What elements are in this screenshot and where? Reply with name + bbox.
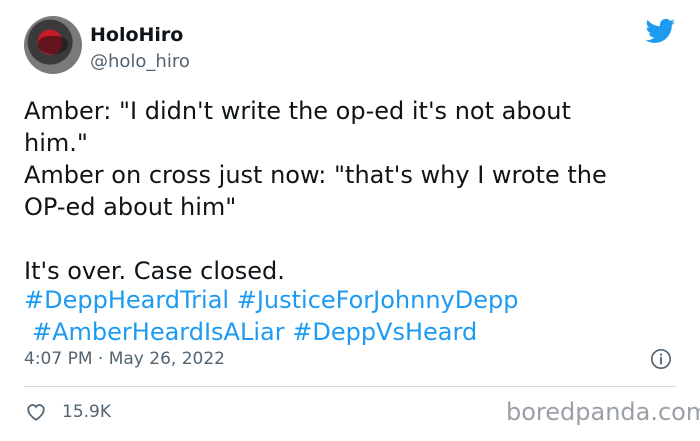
info-icon[interactable] <box>650 348 672 370</box>
heart-icon[interactable] <box>24 401 48 423</box>
tweet-text: Amber: "I didn't write the op-ed it's no… <box>24 97 607 285</box>
twitter-bird-icon[interactable] <box>644 16 677 46</box>
watermark: boredpanda.com <box>506 398 700 426</box>
tweet-card: HoloHiro @holo_hiro Amber: "I didn't wri… <box>0 0 700 441</box>
tweet-timestamp[interactable]: 4:07 PM · May 26, 2022 <box>24 349 225 369</box>
hashtag-link[interactable]: #JusticeForJohnnyDepp <box>237 286 519 314</box>
avatar[interactable] <box>24 16 82 74</box>
hashtag-link[interactable]: #DeppHeardTrial <box>24 286 229 314</box>
hashtag-link[interactable]: #DeppVsHeard <box>292 318 477 346</box>
hashtag-list: #DeppHeardTrial #JusticeForJohnnyDepp #A… <box>24 284 674 348</box>
user-handle[interactable]: @holo_hiro <box>90 51 190 72</box>
display-name[interactable]: HoloHiro <box>90 24 183 46</box>
hashtag-link[interactable]: #AmberHeardIsALiar <box>32 318 285 346</box>
divider <box>24 386 676 387</box>
like-count: 15.9K <box>62 402 111 422</box>
